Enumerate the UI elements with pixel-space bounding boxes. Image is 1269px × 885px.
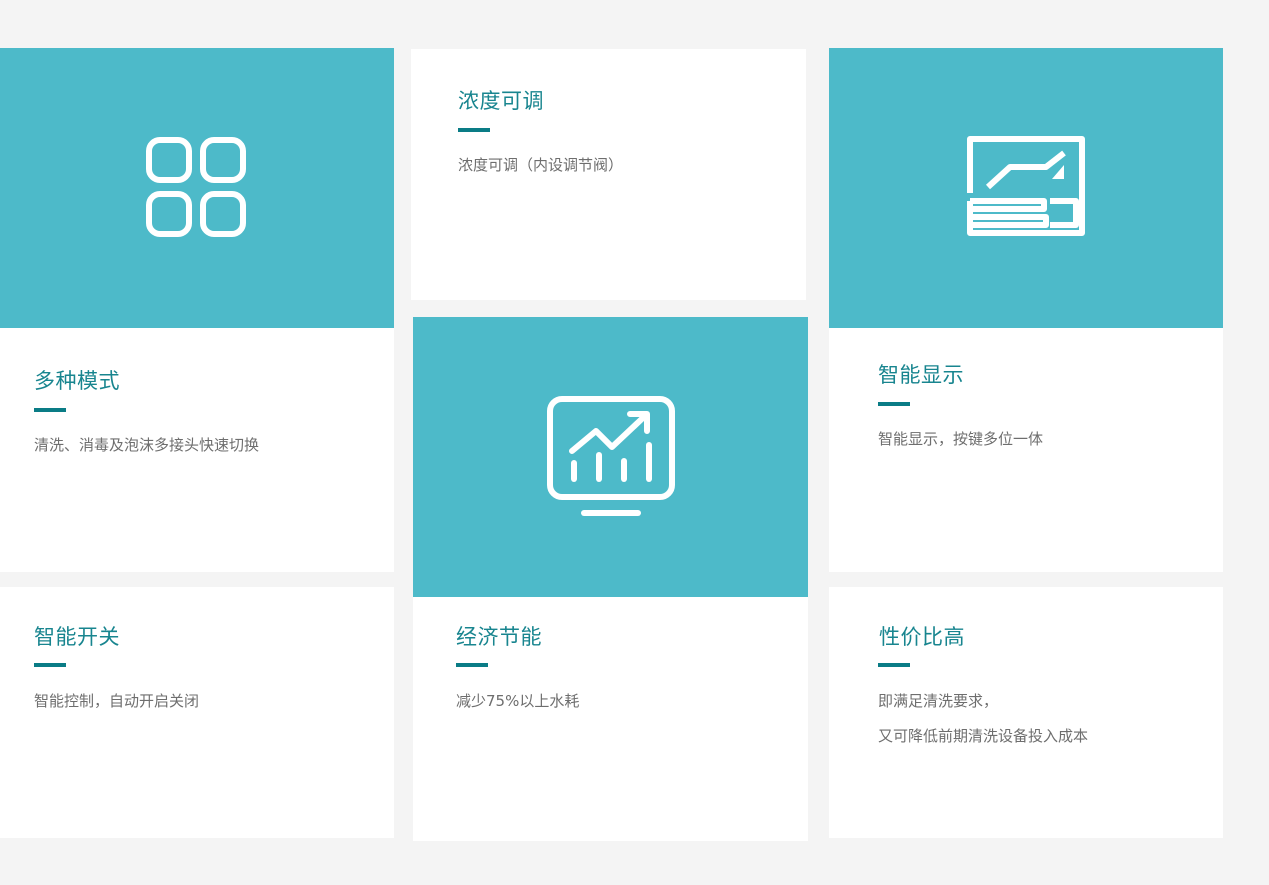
feature-underline-smart-display <box>878 402 910 406</box>
feature-desc-value-line-2: 又可降低前期清洗设备投入成本 <box>878 727 1089 745</box>
feature-title-smart-display: 智能显示 <box>878 363 964 387</box>
feature-grid: 多种模式 清洗、消毒及泡沫多接头快速切换 智能开关 智能控制，自动开启关闭 浓度… <box>0 0 1269 885</box>
feature-title-concentration: 浓度可调 <box>458 89 544 113</box>
feature-underline-smart-switch <box>34 663 66 667</box>
feature-card-concentration <box>411 49 806 300</box>
feature-underline-energy-saving <box>456 663 488 667</box>
feature-title-smart-switch: 智能开关 <box>34 625 120 649</box>
feature-image-multi-mode <box>0 48 394 328</box>
display-panel-icon <box>967 136 1085 236</box>
feature-desc-multi-mode: 清洗、消毒及泡沫多接头快速切换 <box>34 436 260 454</box>
monitor-chart-icon <box>546 396 675 516</box>
feature-underline-concentration <box>458 128 490 132</box>
feature-underline-multi-mode <box>34 408 66 412</box>
feature-image-smart-display <box>829 48 1223 328</box>
feature-title-energy-saving: 经济节能 <box>456 625 542 649</box>
feature-title-multi-mode: 多种模式 <box>34 369 120 393</box>
feature-underline-value <box>878 663 910 667</box>
feature-desc-value-line-1: 即满足清洗要求， <box>878 692 999 710</box>
feature-desc-smart-display: 智能显示，按键多位一体 <box>878 430 1044 448</box>
feature-desc-smart-switch: 智能控制，自动开启关闭 <box>34 692 200 710</box>
feature-title-value: 性价比高 <box>879 625 965 649</box>
feature-desc-energy-saving: 减少75%以上水耗 <box>456 692 580 710</box>
feature-desc-concentration: 浓度可调（内设调节阀） <box>458 156 624 174</box>
grid-four-squares-icon <box>146 137 246 237</box>
feature-image-energy-saving <box>413 317 808 597</box>
